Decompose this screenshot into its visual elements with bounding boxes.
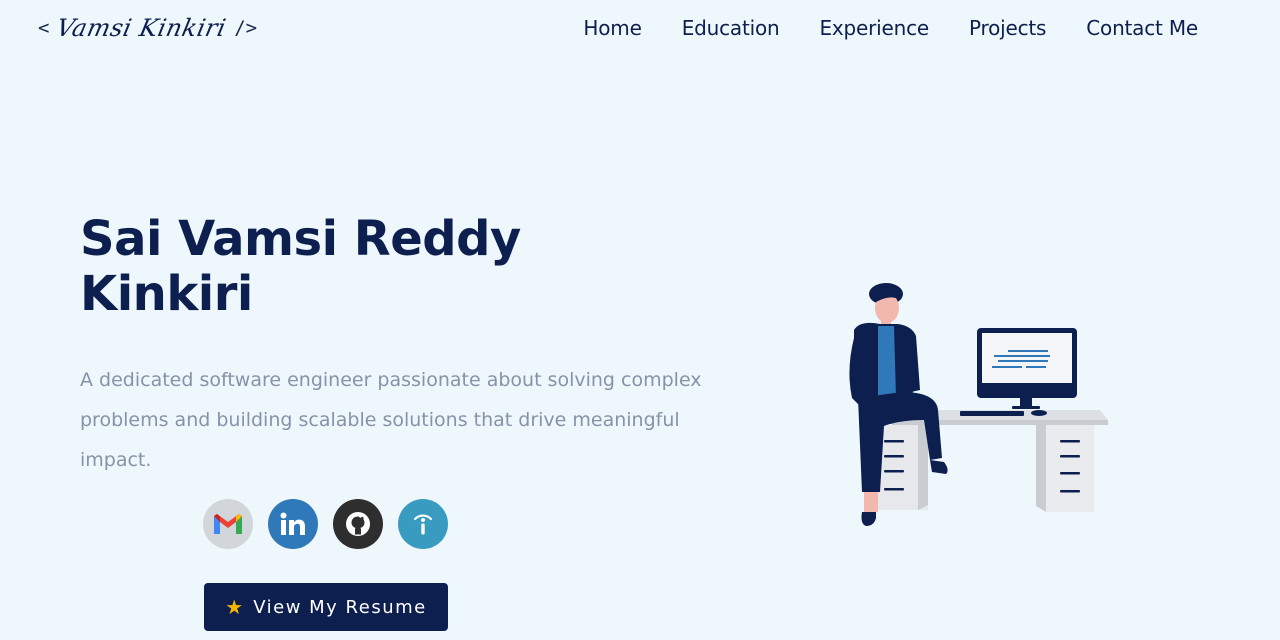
top-navigation: Home Education Experience Projects Conta… [583, 16, 1198, 40]
developer-desk-illustration [849, 283, 1108, 526]
github-icon [346, 512, 370, 536]
nav-education[interactable]: Education [682, 16, 780, 40]
view-resume-label: View My Resume [253, 596, 427, 618]
linkedin-icon [280, 512, 305, 535]
nav-projects[interactable]: Projects [969, 16, 1046, 40]
page: < Vamsi Kinkiri /> Home Education Experi… [0, 0, 1280, 640]
logo-signature: Vamsi Kinkiri [54, 14, 230, 42]
star-icon: ★ [225, 595, 244, 619]
gmail-link[interactable] [203, 499, 253, 549]
hero-name-line1: Sai Vamsi Reddy [80, 211, 521, 267]
github-link[interactable] [333, 499, 383, 549]
nav-home[interactable]: Home [583, 16, 641, 40]
info-link[interactable] [398, 499, 448, 549]
logo-close-bracket: /> [234, 17, 258, 39]
linkedin-link[interactable] [268, 499, 318, 549]
logo-open-bracket: < [38, 17, 50, 39]
nav-experience[interactable]: Experience [819, 16, 929, 40]
view-resume-button[interactable]: ★ View My Resume [204, 583, 448, 631]
gmail-icon [214, 514, 242, 534]
social-links [203, 499, 448, 549]
hero-name-line2: Kinkiri [80, 266, 253, 322]
site-logo[interactable]: < Vamsi Kinkiri /> [38, 14, 257, 42]
info-icon [413, 514, 433, 535]
nav-contact-me[interactable]: Contact Me [1086, 16, 1198, 40]
hero-description: A dedicated software engineer passionate… [80, 369, 702, 471]
hero-name: Sai Vamsi Reddy Kinkiri [80, 212, 640, 322]
